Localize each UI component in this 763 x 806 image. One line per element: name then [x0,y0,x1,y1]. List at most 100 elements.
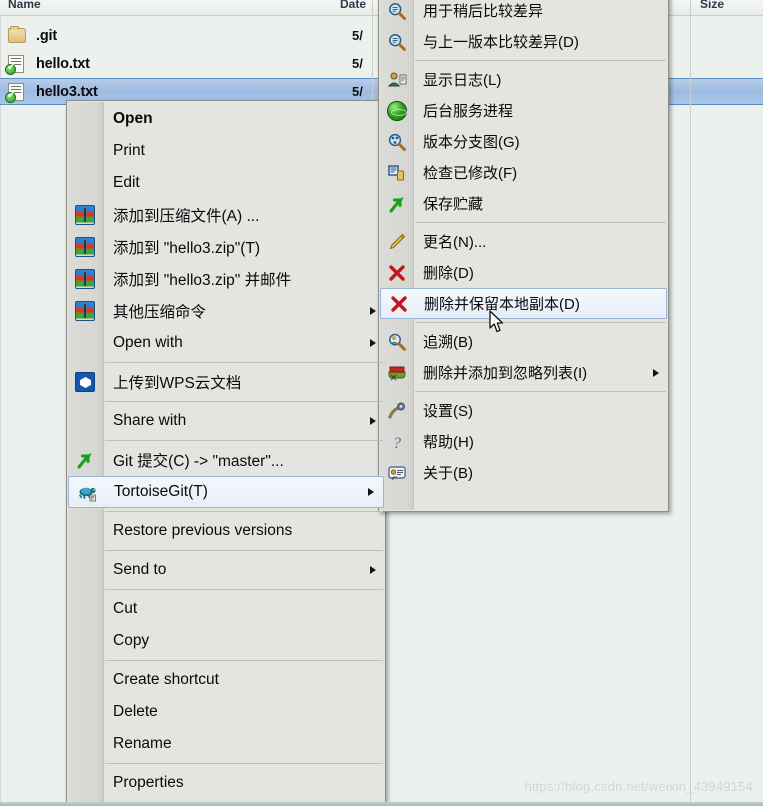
menu-item[interactable]: Rename [67,728,385,760]
menu-item-label: 与上一版本比较差异(D) [423,34,579,51]
menu-item-label: 检查已修改(F) [423,165,518,182]
menu-item[interactable]: 设置(S) [379,395,668,426]
file-name-label: hello3.txt [36,83,98,100]
menu-item[interactable]: Cut [67,593,385,625]
menu-item[interactable]: 更名(N)... [379,226,668,257]
submenu-arrow-icon [653,368,659,377]
column-header-size[interactable]: Size [700,0,760,11]
menu-separator [105,763,383,764]
menu-item[interactable]: Open with [67,327,385,359]
menu-item-label: 添加到压缩文件(A) ... [113,208,260,225]
menu-item[interactable]: 添加到压缩文件(A) ... [67,199,385,231]
menu-item-label: 添加到 "hello3.zip"(T) [113,240,261,257]
column-divider-date[interactable] [372,0,373,16]
winrar-icon [75,301,95,321]
menu-item[interactable]: 保存贮藏 [379,188,668,219]
menu-item-label: Properties [113,774,184,791]
window-bottom-edge [0,802,763,806]
menu-item-label: 删除并添加到忽略列表(I) [423,365,588,382]
menu-item-label: Git 提交(C) -> "master"... [113,453,284,470]
column-header-name[interactable]: Name [8,0,88,11]
menu-item[interactable]: 关于(B) [379,457,668,488]
menu-item-label: Create shortcut [113,671,219,688]
diff-previous-icon [387,32,407,52]
menu-item[interactable]: Restore previous versions [67,515,385,547]
blame-icon [387,332,407,352]
menu-item[interactable]: 追溯(B) [379,326,668,357]
file-name-label: hello.txt [36,55,90,72]
git-commit-icon [75,450,95,470]
menu-item[interactable]: Edit [67,167,385,199]
menu-item[interactable]: ? 帮助(H) [379,426,668,457]
menu-item-label: 上传到WPS云文档 [113,375,242,392]
menu-item[interactable]: Properties [67,767,385,799]
menu-item[interactable]: 其他压缩命令 [67,295,385,327]
menu-item[interactable]: Send to [67,554,385,586]
menu-item[interactable]: 删除(D) [379,257,668,288]
menu-item-label: 关于(B) [423,465,473,482]
menu-separator [415,60,666,61]
menu-item-label: 设置(S) [423,403,473,420]
menu-item-label: Cut [113,600,138,617]
menu-item-label: Share with [113,412,187,429]
menu-item[interactable]: 版本分支图(G) [379,126,668,157]
menu-item[interactable]: Share with [67,405,385,437]
menu-item[interactable]: 上传到WPS云文档 [67,366,385,398]
menu-item[interactable]: 与上一版本比较差异(D) [379,26,668,57]
menu-item[interactable]: 用于稍后比较差异 [379,0,668,26]
file-date-label: 5/ [352,84,363,99]
menu-item[interactable]: 显示日志(L) [379,64,668,95]
text-file-icon [5,54,28,75]
show-log-icon [387,70,407,90]
delete-ignore-icon [387,363,407,383]
menu-item-label: 更名(N)... [423,234,487,251]
column-divider-size[interactable] [690,0,691,16]
menu-item[interactable]: 删除并添加到忽略列表(I) [379,357,668,388]
menu-separator [105,440,383,441]
menu-item[interactable]: Git 提交(C) -> "master"... [67,444,385,476]
menu-item-label: Print [113,142,145,159]
menu-separator [105,550,383,551]
menu-item-label: 版本分支图(G) [423,134,520,151]
menu-item-label: Rename [113,735,172,752]
menu-separator [415,391,666,392]
menu-item[interactable]: Create shortcut [67,664,385,696]
menu-item[interactable]: Delete [67,696,385,728]
menu-item[interactable]: 检查已修改(F) [379,157,668,188]
menu-item-label: 帮助(H) [423,434,474,451]
menu-item[interactable]: 添加到 "hello3.zip"(T) [67,231,385,263]
submenu-arrow-icon [368,488,374,496]
menu-item-label: 其他压缩命令 [113,304,207,321]
tortoisegit-submenu[interactable]: 用于稍后比较差异与上一版本比较差异(D) 显示日志(L) 后台服务进程版本分支图(G… [378,0,669,512]
menu-item[interactable]: 后台服务进程 [379,95,668,126]
menu-separator [415,222,666,223]
menu-item[interactable]: 添加到 "hello3.zip" 并邮件 [67,263,385,295]
file-date-label: 5/ [352,28,363,43]
tortoisegit-icon [77,482,97,502]
submenu-arrow-icon [370,307,376,315]
menu-item-label: Restore previous versions [113,522,293,539]
winrar-icon [75,269,95,289]
folder-icon [6,25,28,46]
help-icon: ? [387,432,407,452]
list-left-edge [0,16,1,802]
revision-graph-icon [387,132,407,152]
about-icon [387,463,407,483]
file-name-label: .git [36,27,57,44]
menu-item[interactable]: Open [67,103,385,135]
screen: Name Date Size .git 5/ hello.txt 5/ hell… [0,0,763,806]
shell-context-menu[interactable]: Open Print Edit 添加到压缩文件(A) ... 添加到 "hello3.z… [66,100,386,806]
menu-item[interactable]: Copy [67,625,385,657]
winrar-icon [75,237,95,257]
menu-item[interactable]: Print [67,135,385,167]
menu-item[interactable]: TortoiseGit(T) [68,476,384,508]
text-file-icon [5,82,28,103]
svg-text:?: ? [393,435,401,452]
csdn-watermark: https://blog.csdn.net/weixin_43949154 [524,779,753,794]
menu-item[interactable]: 删除并保留本地副本(D) [380,288,667,319]
submenu-arrow-icon [370,339,376,347]
diff-later-icon [387,1,407,21]
menu-separator [105,660,383,661]
submenu-arrow-icon [370,566,376,574]
menu-item-label: Open with [113,334,183,351]
